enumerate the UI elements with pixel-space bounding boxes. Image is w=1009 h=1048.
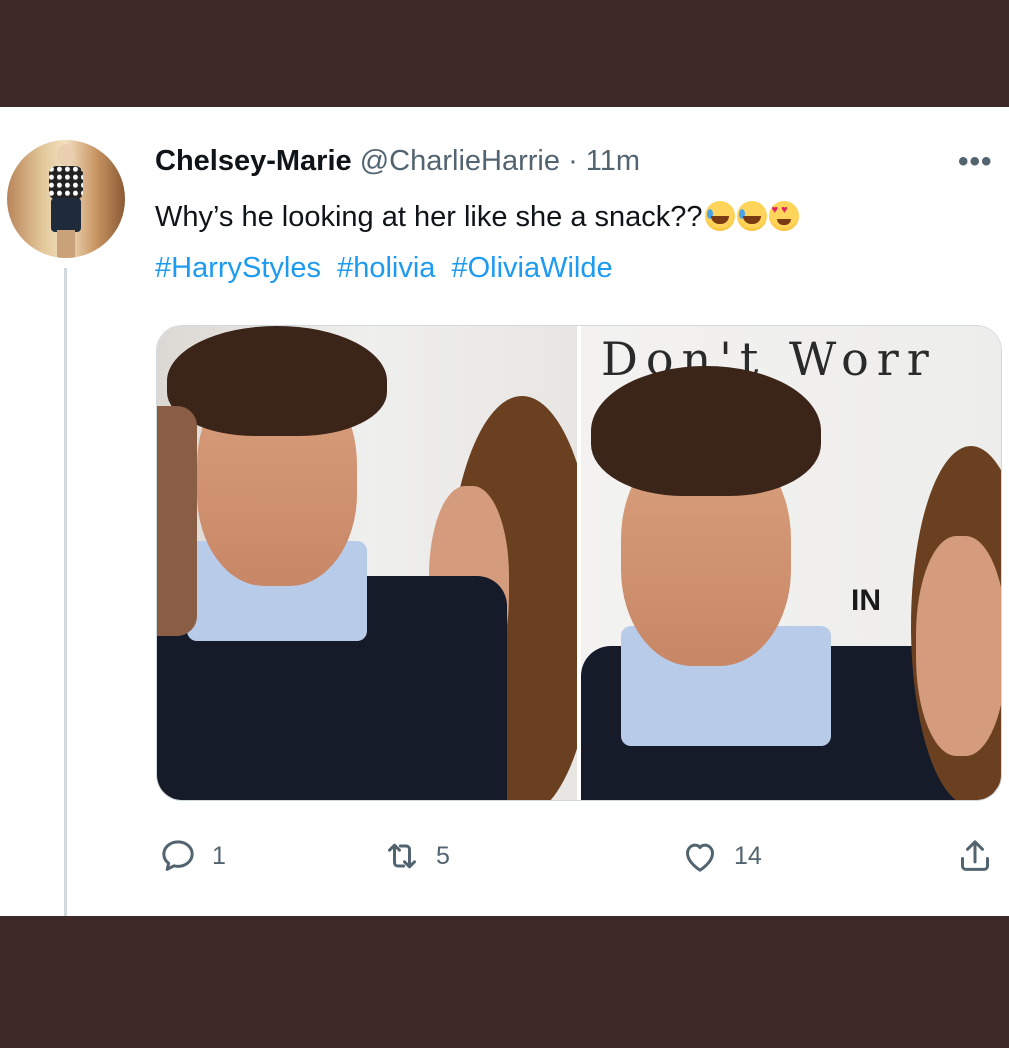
display-name[interactable]: Chelsey-Marie [155, 145, 352, 177]
separator: · [568, 145, 578, 177]
photo-small-sign-text: IN [851, 584, 881, 617]
avatar[interactable] [7, 140, 125, 258]
laughing-emoji-icon [704, 201, 735, 231]
photo-left[interactable] [157, 326, 577, 800]
action-bar: 1 5 14 [0, 836, 1009, 880]
retweet-icon [388, 843, 416, 869]
media-grid: Don't Worr IN [156, 325, 1002, 801]
retweet-count: 5 [436, 841, 450, 870]
share-icon [961, 840, 989, 871]
reply-button[interactable]: 1 [158, 836, 226, 876]
tweet-text-line: Why’s he looking at her like she a snack… [155, 201, 799, 234]
like-icon [686, 843, 714, 872]
reply-icon [162, 840, 194, 871]
thread-line [64, 268, 67, 916]
more-icon[interactable]: ••• [958, 145, 993, 179]
like-button[interactable]: 14 [680, 836, 762, 876]
hashtag-link[interactable]: #HarryStyles [155, 252, 321, 284]
top-frame-band [0, 0, 1009, 107]
like-count: 14 [734, 841, 762, 870]
laughing-emoji-icon [736, 201, 767, 231]
handle[interactable]: @CharlieHarrie [360, 145, 560, 177]
hashtag-link[interactable]: #OliviaWilde [451, 252, 612, 284]
timestamp[interactable]: 11m [586, 145, 640, 177]
tweet-text: Why’s he looking at her like she a snack… [155, 201, 703, 233]
hashtag-line: #HarryStyles #holivia #OliviaWilde [155, 252, 621, 285]
reply-count: 1 [212, 841, 226, 870]
bottom-frame-band [0, 916, 1009, 1048]
share-button[interactable] [955, 836, 1009, 876]
photo-right[interactable]: Don't Worr IN [581, 326, 1001, 800]
hashtag-link[interactable]: #holivia [337, 252, 435, 284]
tweet-header: Chelsey-Marie @CharlieHarrie · 11m [155, 145, 640, 178]
heart-eyes-emoji-icon [768, 201, 799, 231]
retweet-button[interactable]: 5 [382, 836, 450, 876]
tweet-card[interactable]: Chelsey-Marie @CharlieHarrie · 11m ••• W… [0, 107, 1009, 916]
